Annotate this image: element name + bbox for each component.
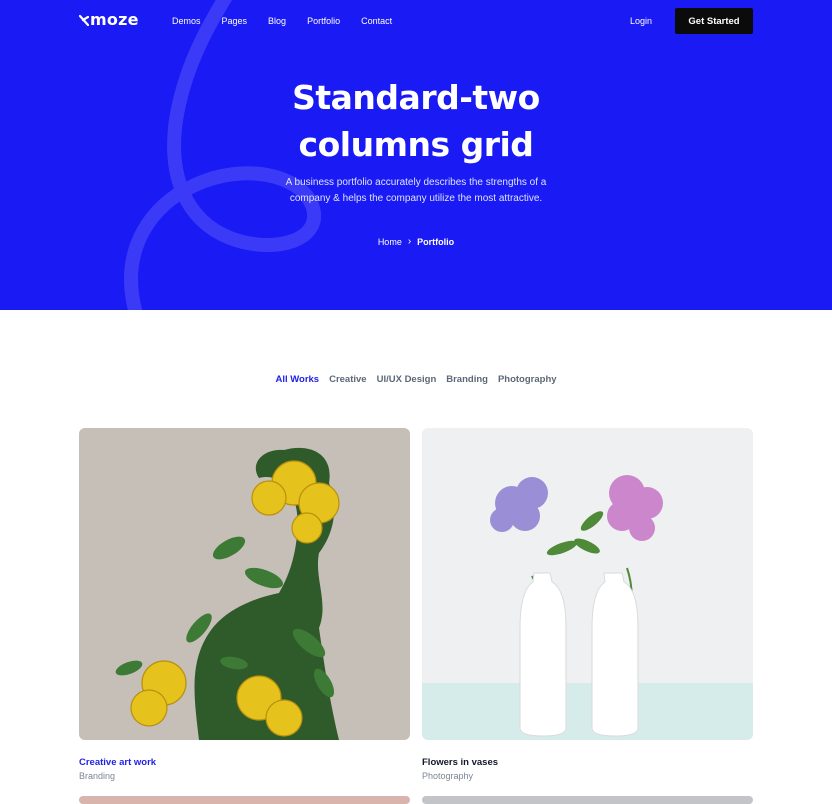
filter-all-works[interactable]: All Works xyxy=(275,374,319,385)
filter-branding[interactable]: Branding xyxy=(446,374,488,385)
login-link[interactable]: Login xyxy=(630,16,652,26)
filter-ui-ux-design[interactable]: UI/UX Design xyxy=(377,374,437,385)
portfolio-card-next-preview xyxy=(422,796,753,804)
portfolio-card-next-preview xyxy=(79,796,410,804)
portfolio-image-flowers-in-vases[interactable] xyxy=(422,428,753,740)
portfolio-card-title[interactable]: Flowers in vases xyxy=(422,757,753,768)
page-title-line-2: columns grid xyxy=(298,125,534,164)
page-title: Standard-two columns grid xyxy=(0,74,832,168)
nav-pages[interactable]: Pages xyxy=(222,16,248,26)
page-subtitle: A business portfolio accurately describe… xyxy=(285,177,547,204)
main-menu: Demos Pages Blog Portfolio Contact xyxy=(172,16,392,26)
portfolio-card-title[interactable]: Creative art work xyxy=(79,757,410,768)
brand-name: moze xyxy=(90,10,139,29)
breadcrumb-home[interactable]: Home xyxy=(378,237,402,247)
portfolio-card[interactable]: Creative art work Branding xyxy=(79,428,410,781)
page-title-line-1: Standard-two xyxy=(292,78,540,117)
hero-banner: moze Demos Pages Blog Portfolio Contact … xyxy=(0,0,832,310)
portfolio-card-category: Photography xyxy=(422,771,474,781)
logo-x-icon xyxy=(79,14,89,26)
nav-portfolio[interactable]: Portfolio xyxy=(307,16,340,26)
breadcrumb: Home › Portfolio xyxy=(0,236,832,247)
brand-logo[interactable]: moze xyxy=(79,10,139,29)
portfolio-filter-tabs: All Works Creative UI/UX Design Branding… xyxy=(0,374,832,385)
portfolio-image-flower-figure[interactable] xyxy=(79,428,410,740)
portfolio-card-category: Branding xyxy=(79,771,116,781)
breadcrumb-current: Portfolio xyxy=(417,236,455,247)
top-navigation: moze Demos Pages Blog Portfolio Contact … xyxy=(0,0,832,42)
nav-contact[interactable]: Contact xyxy=(361,16,392,26)
nav-blog[interactable]: Blog xyxy=(268,16,286,26)
filter-creative[interactable]: Creative xyxy=(329,374,367,385)
filter-photography[interactable]: Photography xyxy=(498,374,557,385)
get-started-button[interactable]: Get Started xyxy=(675,8,753,34)
portfolio-card[interactable]: Flowers in vases Photography xyxy=(422,428,753,781)
nav-demos[interactable]: Demos xyxy=(172,16,201,26)
chevron-right-icon: › xyxy=(407,236,412,247)
